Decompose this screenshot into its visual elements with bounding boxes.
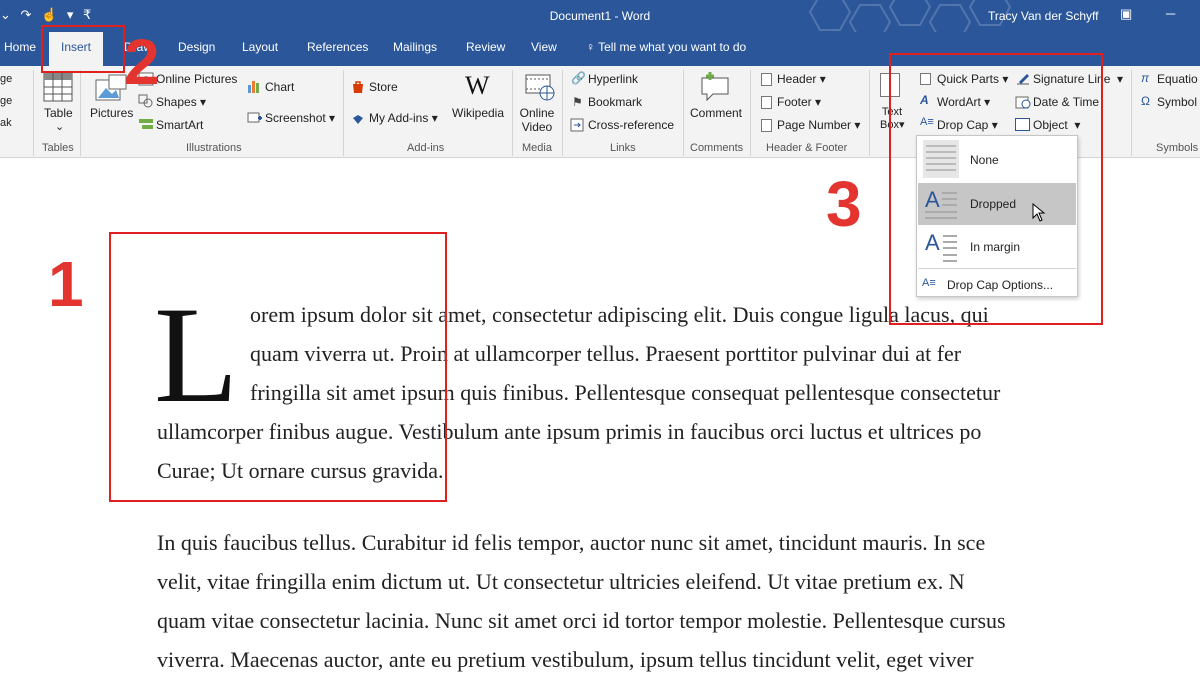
group-separator [80,70,81,156]
lightbulb-icon: ♀ [586,40,595,54]
wikipedia-icon: W [465,71,490,100]
paragraph-line: velit, vitae fringilla enim dictum ut. U… [157,569,965,594]
chart-icon [248,81,259,93]
paragraph-line: viverra. Maecenas auctor, ante eu pretiu… [157,647,974,672]
annotation-box-drop-cap-result [109,232,447,502]
group-separator [1131,70,1132,156]
online-video-icon [525,74,555,101]
annotation-box-insert-tab [41,25,125,73]
page-number-button[interactable]: Page Number ▾ [777,118,860,132]
equation-button[interactable]: Equatio [1157,72,1198,86]
paragraph-line: quam vitae consectetur lacinia. Nunc sit… [157,608,1006,633]
online-video-button[interactable]: Online Video [519,106,555,134]
group-separator [750,70,751,156]
annotation-step-3: 3 [826,168,862,240]
store-icon [353,81,363,93]
bookmark-icon: ⚑ [572,95,583,109]
blank-page-button[interactable]: ge [0,95,12,107]
tab-references[interactable]: References [307,40,368,54]
paragraph-line: In quis faucibus tellus. Curabitur id fe… [157,530,986,555]
group-label-symbols: Symbols [1156,142,1199,154]
footer-icon [761,96,772,109]
group-label-media: Media [522,142,552,154]
tab-design[interactable]: Design [178,40,215,54]
symbol-icon: Ω [1141,94,1150,108]
page-break-button[interactable]: ak [0,117,12,129]
screenshot-button[interactable]: Screenshot ▾ [265,111,335,125]
tab-home[interactable]: Home [4,40,36,54]
cross-reference-button[interactable]: Cross-reference [588,118,674,132]
group-label-tables: Tables [42,142,74,154]
cross-reference-icon [570,118,584,132]
table-button[interactable]: Table [44,106,73,120]
header-icon [761,73,772,86]
group-label-links: Links [610,142,636,154]
bookmark-button[interactable]: Bookmark [588,95,642,109]
tab-view[interactable]: View [531,40,557,54]
annotation-box-drop-cap [889,53,1103,325]
tell-me-search[interactable]: ♀ Tell me what you want to do [586,40,746,54]
comment-button[interactable]: Comment [690,106,742,120]
screenshot-icon [247,112,262,123]
annotation-step-2: 2 [124,26,160,98]
chevron-down-icon[interactable]: ⌄ [55,120,64,133]
pictures-button[interactable]: Pictures [90,106,133,120]
group-label-illustrations: Illustrations [186,142,242,154]
symbol-button[interactable]: Symbol [1157,95,1197,109]
equation-icon: π [1141,71,1150,85]
group-label-comments: Comments [690,142,744,154]
hyperlink-button[interactable]: Hyperlink [588,72,638,86]
tab-review[interactable]: Review [466,40,505,54]
tab-mailings[interactable]: Mailings [393,40,437,54]
header-button[interactable]: Header ▾ [777,72,826,86]
smartart-icon [139,119,153,129]
ribbon-display-options-icon[interactable]: ▣ [1120,6,1132,22]
table-icon [43,72,73,102]
shapes-button[interactable]: Shapes ▾ [156,95,206,109]
smartart-button[interactable]: SmartArt [156,118,203,132]
footer-button[interactable]: Footer ▾ [777,95,821,109]
wikipedia-button[interactable]: Wikipedia [452,106,504,120]
my-addins-button[interactable]: My Add-ins ▾ [369,111,438,125]
group-separator [683,70,684,156]
annotation-step-1: 1 [48,248,84,320]
store-button[interactable]: Store [369,80,398,94]
group-separator [562,70,563,156]
chart-button[interactable]: Chart [265,80,294,94]
group-separator [869,70,870,156]
group-separator [343,70,344,156]
page-number-icon [761,119,772,132]
pictures-icon [95,74,127,101]
group-separator [512,70,513,156]
title-bar: ⌄ ↷ ☝ ▾ ₹ Document1 - Word Tracy Van der… [0,0,1200,32]
user-name[interactable]: Tracy Van der Schyff [988,9,1099,23]
hyperlink-icon: 🔗 [571,71,586,85]
cover-page-button[interactable]: ge [0,73,12,85]
group-label-header-footer: Header & Footer [766,142,848,154]
group-label-addins: Add-ins [407,142,445,154]
tab-layout[interactable]: Layout [242,40,278,54]
group-separator [33,70,34,156]
online-pictures-button[interactable]: Online Pictures [156,72,237,86]
my-addins-icon [353,115,363,124]
comment-icon [701,72,729,102]
minimize-icon[interactable]: ─ [1166,6,1175,21]
